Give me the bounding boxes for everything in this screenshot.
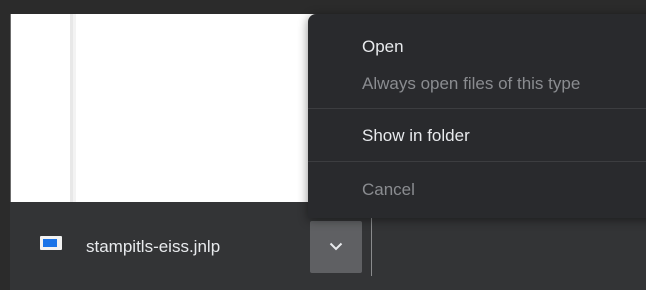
download-context-menu: Open Always open files of this type Show… (308, 14, 646, 218)
shelf-divider (371, 218, 372, 276)
menu-item-show-in-folder[interactable]: Show in folder (308, 125, 646, 147)
jnlp-file-icon (40, 236, 62, 250)
chevron-down-icon (329, 242, 343, 251)
page-sidebar-gutter (11, 14, 73, 202)
menu-item-cancel: Cancel (362, 180, 415, 199)
download-options-button[interactable] (310, 221, 362, 273)
menu-separator (308, 108, 646, 109)
menu-item-always-open: Always open files of this type (362, 74, 581, 93)
browser-window: stampitls-eiss.jnlp Open Always open fil… (0, 0, 646, 290)
menu-item-open[interactable]: Open (308, 36, 646, 58)
download-filename[interactable]: stampitls-eiss.jnlp (86, 236, 220, 258)
menu-separator (308, 161, 646, 162)
